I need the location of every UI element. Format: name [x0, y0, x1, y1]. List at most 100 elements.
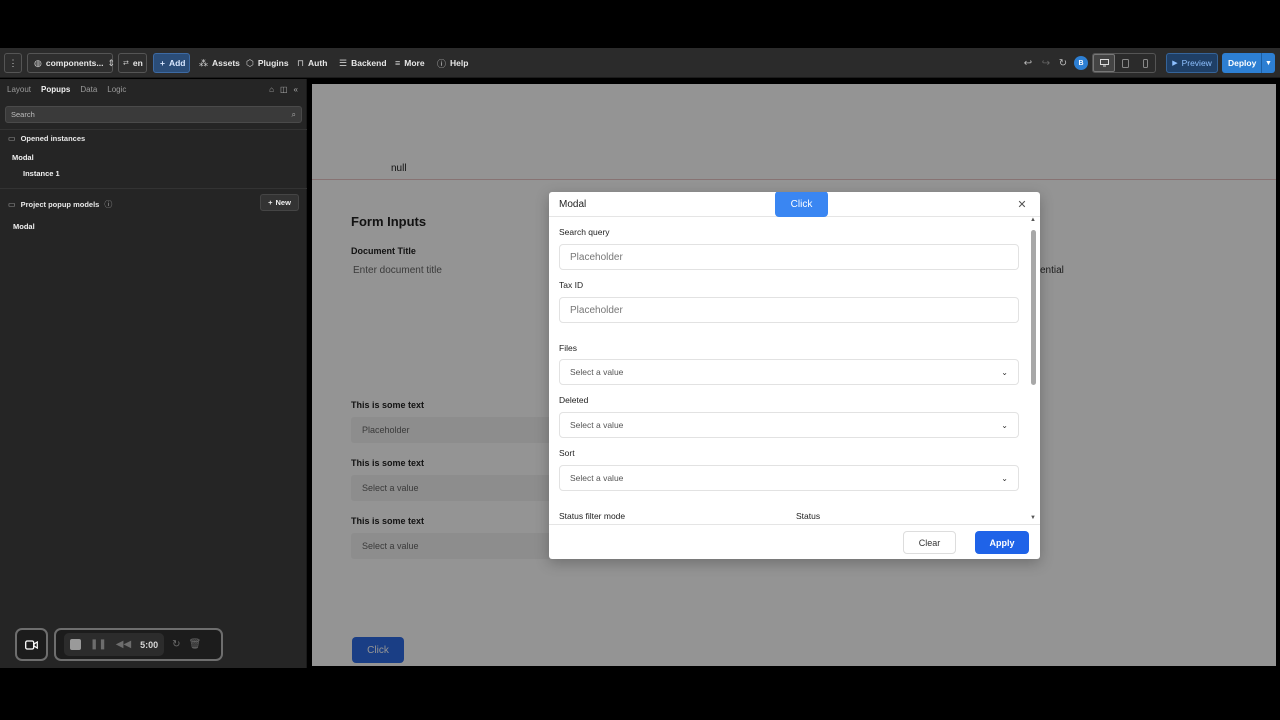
- sidebar-tabs: Layout Popups Data Logic: [7, 85, 126, 94]
- help-button[interactable]: ⓘ Help: [431, 53, 474, 73]
- plugins-button[interactable]: ⬡ Plugins: [240, 53, 295, 73]
- rewind-icon[interactable]: ◀◀: [116, 639, 131, 650]
- modal-dialog: Modal Click ✕ Search query Placeholder T…: [549, 192, 1040, 559]
- tablet-view-button[interactable]: [1115, 54, 1135, 72]
- assets-button[interactable]: ⁂ Assets: [193, 53, 246, 73]
- refresh-icon[interactable]: ↻: [1055, 54, 1071, 72]
- search-query-input[interactable]: Placeholder: [559, 244, 1019, 270]
- help-icon[interactable]: ⓘ: [104, 199, 112, 210]
- panel-icon[interactable]: ◫: [280, 85, 288, 94]
- language-code: en: [132, 58, 143, 68]
- trash-icon[interactable]: 🗑: [189, 639, 202, 650]
- home-icon[interactable]: ⌂: [269, 85, 274, 94]
- tablet-icon: [1121, 58, 1129, 68]
- deleted-label: Deleted: [559, 395, 589, 405]
- screen-bottom-letterbox: [0, 668, 1280, 720]
- modal-scrollbar[interactable]: ▲ ▼: [1030, 217, 1036, 521]
- status-label: Status: [796, 511, 821, 521]
- search-placeholder: Search: [11, 110, 35, 119]
- divider: [0, 129, 307, 130]
- lock-icon: ⊓: [297, 57, 305, 68]
- left-sidebar: Layout Popups Data Logic ⌂ ◫ « Search ⌕ …: [0, 79, 307, 668]
- plus-icon: +: [268, 198, 273, 207]
- sidebar-search-input[interactable]: Search ⌕: [5, 106, 302, 123]
- project-popup-models-header: ▭ Project popup models ⓘ: [8, 199, 112, 210]
- globe-icon: ◍: [34, 57, 42, 68]
- files-select[interactable]: Select a value ⌄: [559, 359, 1019, 385]
- editor-toolbar: ⋮ ◍ components... ⇕ ⇄ en + Add ⁂ Assets …: [0, 48, 1280, 78]
- preview-label: Preview: [1181, 58, 1212, 68]
- assets-icon: ⁂: [199, 57, 208, 68]
- close-icon[interactable]: ✕: [1016, 197, 1028, 211]
- screen-top-letterbox: [0, 0, 1280, 48]
- apply-button[interactable]: Apply: [975, 531, 1029, 554]
- opened-instances-title: Opened instances: [20, 134, 86, 143]
- redo-icon[interactable]: ↪: [1038, 54, 1054, 72]
- search-query-label: Search query: [559, 227, 610, 237]
- device-switcher: [1092, 53, 1156, 73]
- translate-icon: ⇄: [123, 60, 129, 67]
- recording-controls: ❚❚ ◀◀ 5:00 ↻ 🗑: [54, 628, 223, 661]
- language-selector[interactable]: ⇄ en: [118, 53, 147, 73]
- sort-label: Sort: [559, 448, 575, 458]
- project-name: components...: [45, 58, 104, 68]
- chevron-down-icon[interactable]: ▼: [1261, 53, 1275, 73]
- tab-logic[interactable]: Logic: [107, 85, 126, 94]
- scroll-down-icon[interactable]: ▼: [1030, 515, 1036, 521]
- modal-click-button[interactable]: Click: [775, 192, 828, 217]
- instance-item[interactable]: Instance 1: [23, 169, 60, 178]
- select-value: Select a value: [570, 473, 624, 483]
- tax-id-input[interactable]: Placeholder: [559, 297, 1019, 323]
- deploy-button[interactable]: Deploy ▼: [1222, 53, 1275, 73]
- more-label: More: [404, 58, 425, 68]
- deleted-select[interactable]: Select a value ⌄: [559, 412, 1019, 438]
- files-label: Files: [559, 343, 577, 353]
- auth-button[interactable]: ⊓ Auth: [291, 53, 333, 73]
- project-selector[interactable]: ◍ components... ⇕: [27, 53, 115, 73]
- auth-label: Auth: [308, 58, 328, 68]
- collapse-icon[interactable]: «: [294, 85, 298, 94]
- backend-label: Backend: [351, 58, 387, 68]
- vertical-dots-icon: ⋮: [8, 57, 18, 68]
- chevron-down-icon: ⌄: [1001, 367, 1008, 377]
- desktop-icon: [1099, 59, 1109, 67]
- stop-icon[interactable]: [70, 639, 81, 650]
- sidebar-actions: ⌂ ◫ «: [269, 85, 298, 94]
- input-placeholder: Placeholder: [570, 304, 623, 316]
- pause-icon[interactable]: ❚❚: [90, 639, 107, 650]
- add-button[interactable]: + Add: [153, 53, 190, 73]
- play-icon: ▶: [1172, 60, 1178, 67]
- mobile-view-button[interactable]: [1135, 54, 1155, 72]
- new-popup-button[interactable]: + New: [260, 194, 299, 211]
- tab-data[interactable]: Data: [80, 85, 97, 94]
- sort-select[interactable]: Select a value ⌄: [559, 465, 1019, 491]
- plus-icon: +: [160, 58, 165, 68]
- desktop-view-button[interactable]: [1093, 54, 1115, 72]
- opened-instances-header: ▭ Opened instances: [8, 134, 85, 143]
- tab-popups[interactable]: Popups: [41, 85, 70, 94]
- restart-icon[interactable]: ↻: [172, 639, 180, 650]
- scroll-up-icon[interactable]: ▲: [1030, 217, 1036, 223]
- tab-layout[interactable]: Layout: [7, 85, 31, 94]
- help-circle-icon: ⓘ: [437, 58, 447, 69]
- camera-button[interactable]: [15, 628, 48, 661]
- preview-button[interactable]: ▶ Preview: [1166, 53, 1218, 73]
- main-menu-button[interactable]: ⋮: [4, 53, 22, 73]
- input-placeholder: Placeholder: [570, 251, 623, 263]
- scrollbar-thumb[interactable]: [1031, 230, 1036, 385]
- modal-footer: Clear Apply: [549, 524, 1040, 559]
- backend-button[interactable]: ☰ Backend: [333, 53, 393, 73]
- more-button[interactable]: ≡ More: [389, 53, 431, 73]
- model-modal-item[interactable]: Modal: [13, 222, 35, 231]
- recording-panel: ❚❚ ◀◀ 5:00: [64, 633, 165, 656]
- recording-time: 5:00: [140, 639, 159, 650]
- deploy-label: Deploy: [1228, 58, 1257, 68]
- undo-icon[interactable]: ↩: [1020, 54, 1036, 72]
- assets-label: Assets: [212, 58, 240, 68]
- avatar[interactable]: B: [1074, 56, 1088, 70]
- plugins-label: Plugins: [257, 58, 289, 68]
- project-models-title: Project popup models: [20, 200, 100, 209]
- modal-title: Modal: [559, 199, 587, 210]
- clear-button[interactable]: Clear: [903, 531, 956, 554]
- opened-modal-item[interactable]: Modal: [12, 153, 34, 162]
